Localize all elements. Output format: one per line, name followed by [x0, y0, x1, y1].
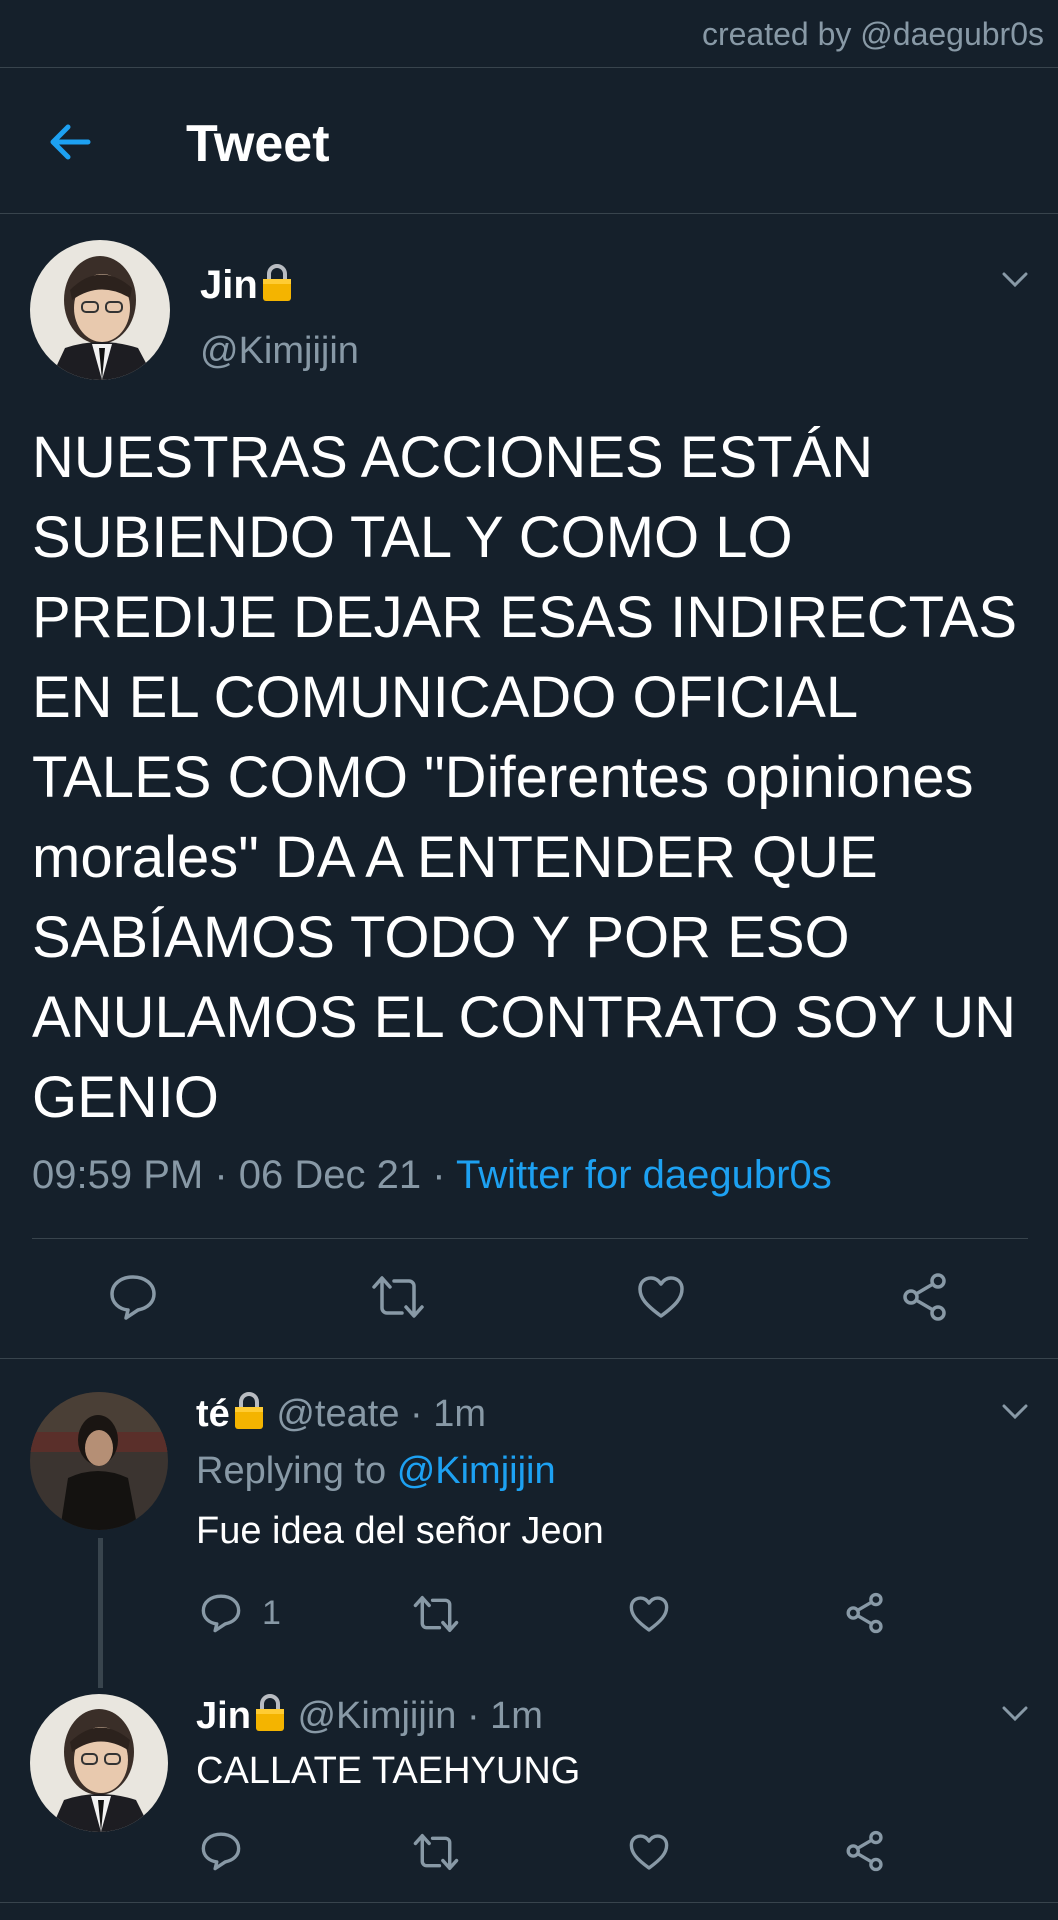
meta-separator: ·: [410, 1393, 423, 1435]
tweet-text: NUESTRAS ACCIONES ESTÁN SUBIENDO TAL Y C…: [32, 425, 1018, 1130]
retweet-icon[interactable]: [370, 1274, 426, 1325]
reply-author-name[interactable]: té: [196, 1393, 230, 1435]
reply-author-name[interactable]: Jin: [196, 1695, 251, 1737]
reply-text: CALLATE TAEHYUNG: [196, 1750, 581, 1792]
divider: [0, 1902, 1058, 1903]
tweet-source-link[interactable]: Twitter for daegubr0s: [456, 1153, 832, 1197]
retweet-icon[interactable]: [412, 1832, 460, 1877]
reply-count: 1: [262, 1594, 281, 1632]
share-icon[interactable]: [900, 1272, 950, 1327]
divider: [32, 1238, 1028, 1239]
lock-icon: [260, 262, 294, 312]
heart-icon[interactable]: [628, 1594, 670, 1639]
reply-time: 1m: [490, 1695, 543, 1737]
meta-separator: ·: [466, 1695, 480, 1737]
reply-icon[interactable]: [108, 1272, 158, 1327]
thread-connector: [98, 1538, 103, 1688]
author-handle[interactable]: @Kimjijin: [200, 330, 359, 373]
chevron-down-icon[interactable]: [1000, 1402, 1030, 1422]
avatar[interactable]: [30, 1694, 168, 1832]
retweet-icon[interactable]: [412, 1594, 460, 1639]
author-name[interactable]: Jin: [200, 262, 294, 312]
arrow-left-icon[interactable]: [44, 116, 96, 168]
reply-author-handle[interactable]: @Kimjijin: [297, 1695, 456, 1737]
reply-header: Jin @Kimjijin · 1m: [196, 1692, 543, 1742]
reply-time: 1m: [433, 1393, 487, 1435]
share-icon[interactable]: [844, 1830, 886, 1877]
divider: [0, 1358, 1058, 1359]
credit-bar: created by @daegubr0s: [0, 0, 1058, 68]
tweet-time: 09:59 PM: [32, 1153, 204, 1197]
credit-text: created by @daegubr0s: [701, 16, 1044, 52]
lock-icon: [253, 1692, 287, 1742]
meta-separator: ·: [432, 1153, 446, 1197]
reply-header: té @teate · 1m: [196, 1390, 486, 1440]
avatar[interactable]: [30, 240, 170, 380]
heart-icon[interactable]: [636, 1274, 686, 1325]
heart-icon[interactable]: [628, 1832, 670, 1877]
reply-icon[interactable]: [200, 1592, 242, 1639]
author-name-text: Jin: [200, 263, 258, 307]
replying-to-link[interactable]: @Kimjijin: [397, 1450, 556, 1492]
tweet-date: 06 Dec 21: [238, 1153, 422, 1197]
reply-icon[interactable]: [200, 1830, 242, 1877]
chevron-down-icon[interactable]: [1000, 270, 1030, 290]
avatar[interactable]: [30, 1392, 168, 1530]
meta-separator: ·: [214, 1153, 228, 1197]
chevron-down-icon[interactable]: [1000, 1704, 1030, 1724]
tweet-meta: 09:59 PM · 06 Dec 21 · Twitter for daegu…: [32, 1153, 832, 1198]
reply-text: Fue idea del señor Jeon: [196, 1510, 604, 1552]
page-title: Tweet: [186, 115, 330, 173]
lock-icon: [232, 1390, 266, 1440]
replying-prefix: Replying to: [196, 1450, 387, 1492]
replying-to: Replying to @Kimjijin: [196, 1450, 556, 1493]
share-icon[interactable]: [844, 1592, 886, 1639]
header-bar: Tweet: [0, 68, 1058, 214]
reply-author-handle[interactable]: @teate: [276, 1393, 399, 1435]
